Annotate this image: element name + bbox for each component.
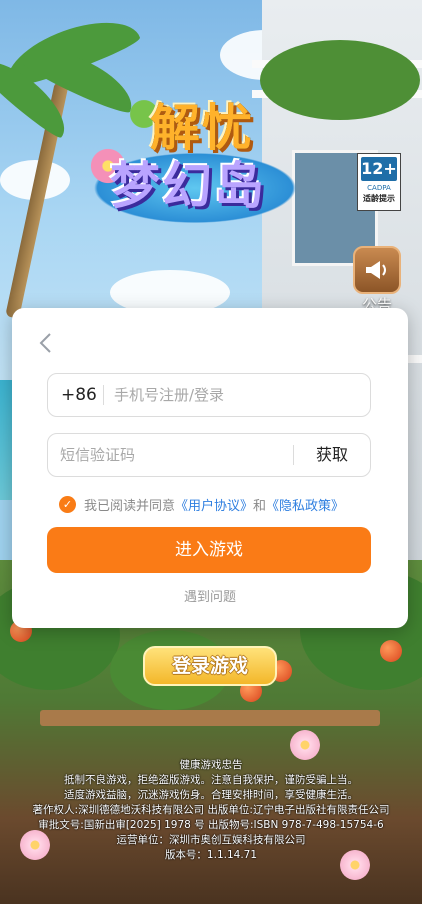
chevron-left-icon[interactable] xyxy=(38,332,58,354)
logo-title-line2: 梦幻岛 xyxy=(110,157,266,215)
copyright-line: 著作权人:深圳德德地沃科技有限公司 出版单位:辽宁电子出版社有限责任公司 xyxy=(32,804,390,816)
version-line: 版本号：1.1.14.71 xyxy=(164,849,258,861)
sms-code-input[interactable]: 短信验证码 xyxy=(60,434,135,476)
enter-game-button[interactable]: 进入游戏 xyxy=(47,527,371,573)
agreement-row: ✓ 我已阅读并同意 《用户协议》 和 《隐私政策》 xyxy=(59,494,344,514)
user-agreement-link[interactable]: 《用户协议》 xyxy=(175,495,253,514)
notice-button[interactable]: 公告 xyxy=(352,246,402,315)
sms-code-field[interactable]: 短信验证码 获取 xyxy=(47,433,371,477)
garden-bed xyxy=(40,710,380,726)
privacy-policy-link[interactable]: 《隐私政策》 xyxy=(266,495,344,514)
tomato xyxy=(380,640,402,662)
age-rating-label: 适龄提示 xyxy=(363,194,395,203)
age-rating-org: CADPA xyxy=(367,184,391,192)
operator-line: 运营单位：深圳市奥创互娱科技有限公司 xyxy=(116,834,306,846)
agreement-prefix: 我已阅读并同意 xyxy=(84,498,176,514)
divider xyxy=(103,385,104,405)
login-dialog: +86 手机号注册/登录 短信验证码 获取 ✓ 我已阅读并同意 《用户协议》 和… xyxy=(12,308,408,628)
age-rating-badge[interactable]: 12+ CADPA 适龄提示 xyxy=(357,153,401,211)
advisory-title: 健康游戏忠告 xyxy=(179,759,243,771)
country-code[interactable]: +86 xyxy=(61,374,97,416)
checkbox-checked-icon[interactable]: ✓ xyxy=(59,495,76,513)
login-game-button[interactable]: 登录游戏 xyxy=(143,646,277,686)
megaphone-icon xyxy=(353,246,401,294)
age-rating-value: 12+ xyxy=(361,157,397,181)
problem-link[interactable]: 遇到问题 xyxy=(12,586,408,605)
flower xyxy=(290,730,320,760)
phone-input[interactable]: 手机号注册/登录 xyxy=(114,374,224,416)
advisory-line: 适度游戏益脑，沉迷游戏伤身。合理安排时间，享受健康生活。 xyxy=(64,789,358,801)
game-logo: 解忧 梦幻岛 xyxy=(80,88,320,238)
approval-line: 审批文号:国新出审[2025] 1978 号 出版物号:ISBN 978-7-4… xyxy=(38,819,384,831)
agreement-conjunction: 和 xyxy=(253,498,267,514)
advisory-line: 抵制不良游戏，拒绝盗版游戏。注意自我保护，谨防受骗上当。 xyxy=(64,774,358,786)
health-advisory: 健康游戏忠告 抵制不良游戏，拒绝盗版游戏。注意自我保护，谨防受骗上当。 适度游戏… xyxy=(0,758,422,863)
phone-field[interactable]: +86 手机号注册/登录 xyxy=(47,373,371,417)
get-code-button[interactable]: 获取 xyxy=(294,434,370,476)
